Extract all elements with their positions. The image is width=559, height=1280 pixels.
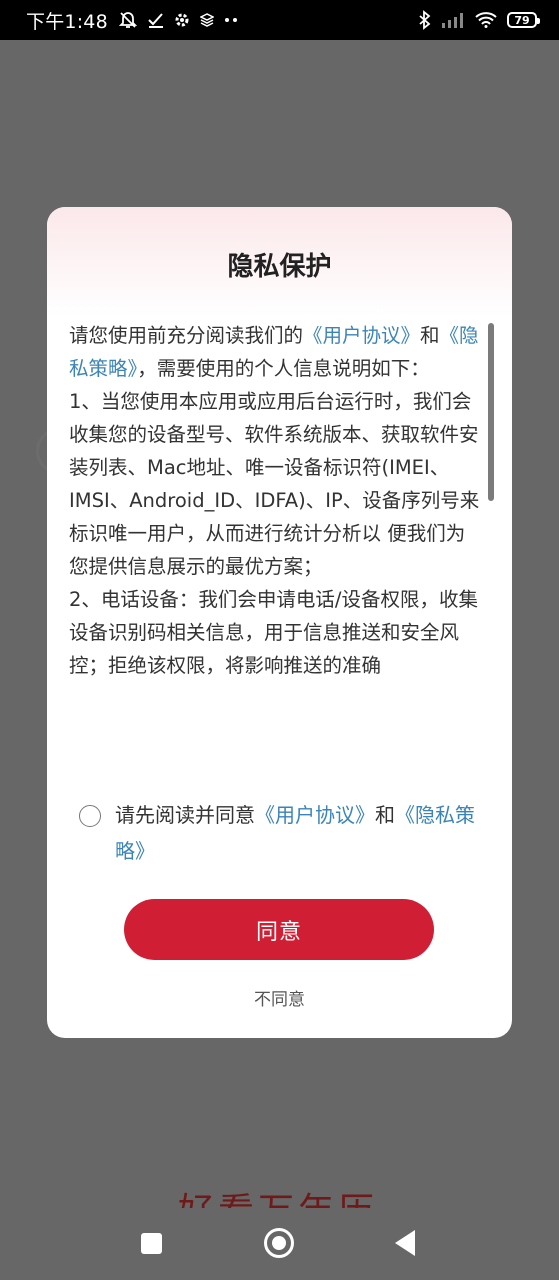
layers-icon <box>199 13 214 27</box>
intro-suffix: ，需要使用的个人信息说明如下： <box>137 357 430 380</box>
more-dots-icon <box>224 17 238 23</box>
intro-paragraph: 请您使用前充分阅读我们的《用户协议》和《隐私策略》，需要使用的个人信息说明如下： <box>69 319 483 385</box>
user-agreement-link[interactable]: 《用户协议》 <box>303 324 420 347</box>
home-dot <box>272 1236 286 1250</box>
consent-prefix: 请先阅读并同意 <box>115 803 255 827</box>
dialog-title: 隐私保护 <box>227 251 332 282</box>
wifi-icon <box>475 12 497 28</box>
consent-radio[interactable] <box>79 805 101 827</box>
check-icon <box>148 12 164 28</box>
privacy-dialog: 隐私保护 请您使用前充分阅读我们的《用户协议》和《隐私策略》，需要使用的个人信息… <box>47 207 512 1038</box>
dialog-header: 隐私保护 <box>47 207 512 317</box>
intro-and: 和 <box>420 324 440 347</box>
signal-icon <box>441 12 465 28</box>
dialog-body-scroll[interactable]: 请您使用前充分阅读我们的《用户协议》和《隐私策略》，需要使用的个人信息说明如下：… <box>69 319 483 767</box>
back-triangle-icon[interactable] <box>395 1230 415 1256</box>
battery-indicator: 79 <box>507 12 540 28</box>
scrollbar-thumb[interactable] <box>488 323 494 501</box>
gear-icon <box>174 12 190 28</box>
intro-prefix: 请您使用前充分阅读我们的 <box>69 324 304 347</box>
consent-row[interactable]: 请先阅读并同意《用户协议》和《隐私策略》 <box>79 803 479 869</box>
status-bar-right: 79 <box>419 10 540 30</box>
bluetooth-icon <box>419 10 431 30</box>
consent-text: 请先阅读并同意《用户协议》和《隐私策略》 <box>115 797 479 869</box>
consent-user-agreement-link[interactable]: 《用户协议》 <box>255 803 375 827</box>
disagree-button[interactable]: 不同意 <box>47 985 512 1010</box>
status-time: 下午1:48 <box>26 10 108 33</box>
background-app-title: 好看万年历 <box>178 1182 408 1208</box>
home-circle-icon[interactable] <box>264 1228 294 1258</box>
item-1-text: 1、当您使用本应用或应用后台运行时，我们会收集您的设备型号、软件系统版本、获取软… <box>69 390 480 578</box>
recents-square-icon[interactable] <box>141 1233 162 1254</box>
status-bar: 下午1:48 79 <box>0 0 559 40</box>
navigation-bar <box>0 1208 559 1280</box>
mute-bell-icon <box>118 10 138 30</box>
consent-and: 和 <box>375 803 395 827</box>
agree-button[interactable]: 同意 <box>124 899 434 960</box>
status-bar-left: 下午1:48 <box>26 7 238 34</box>
item-2-text: 2、电话设备：我们会申请电话/设备权限，收集设备识别码相关信息，用于信息推送和安… <box>69 588 478 677</box>
